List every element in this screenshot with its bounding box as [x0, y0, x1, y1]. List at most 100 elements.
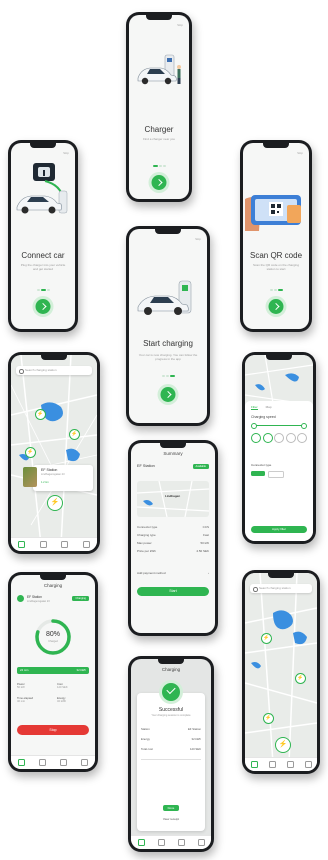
start-charging-illustration: [137, 280, 192, 315]
onboarding-subtitle: Plug the charger into your vehicle and g…: [20, 263, 66, 271]
car-charger-illustration: [137, 54, 181, 85]
filter-sheet: Filter Map Charging speed Connector type…: [245, 401, 313, 541]
station-icon: [17, 595, 24, 602]
stat-block: Power 50 kW: [17, 683, 25, 689]
onboarding-title: Scan QR code: [249, 251, 303, 260]
skip-link[interactable]: Skip: [63, 151, 69, 155]
tab-list-icon[interactable]: [157, 839, 165, 846]
phone-onboarding-scan: Skip Scan QR code Scan the QR code on th…: [240, 140, 312, 332]
onboarding-subtitle: Scan the QR code on the charging station…: [252, 263, 300, 271]
success-title: Successful: [158, 707, 184, 713]
speed-option[interactable]: [262, 433, 273, 443]
receipt-row: Total cost 120 SEK: [141, 747, 201, 751]
tab-cart-icon[interactable]: [286, 761, 294, 768]
screen: Skip Scan QR code Scan the QR code on th…: [243, 143, 309, 329]
tab-cart-icon[interactable]: [60, 759, 67, 766]
charger-fab[interactable]: ⚡: [47, 495, 63, 511]
summary-map[interactable]: Lindhagen: [137, 481, 209, 517]
page-title: Charging: [161, 667, 181, 672]
station-pin[interactable]: ⚡: [35, 409, 46, 420]
speed-option[interactable]: [251, 433, 261, 443]
speed-option[interactable]: [285, 433, 296, 443]
notch: [41, 355, 67, 360]
connector-chip[interactable]: [268, 471, 284, 478]
next-button[interactable]: [151, 175, 167, 190]
tab-profile-icon[interactable]: [197, 839, 205, 846]
stop-button[interactable]: Stop: [17, 725, 89, 735]
charger-fab[interactable]: ⚡: [275, 737, 291, 753]
charging-speed-heading: Charging speed: [251, 415, 276, 419]
tab-bar: [11, 755, 95, 769]
summary-station-name: EF Station: [137, 464, 155, 468]
next-button[interactable]: [160, 387, 176, 402]
slider-thumb[interactable]: [251, 423, 257, 429]
done-button[interactable]: Done: [163, 805, 179, 811]
payment-method-row[interactable]: Add payment method ›: [137, 571, 209, 575]
search-bar[interactable]: Search charging station: [16, 366, 92, 375]
apply-filter-button[interactable]: Apply filter: [251, 526, 307, 533]
tab-cart-icon[interactable]: [61, 541, 69, 548]
phone-summary: Summary EF Station Available Lindhagen C…: [128, 440, 218, 636]
search-placeholder: Search charging station: [259, 586, 291, 590]
notch: [160, 443, 186, 448]
speed-option[interactable]: [274, 433, 284, 443]
onboarding-subtitle: Your car is now charging. You can follow…: [138, 353, 198, 361]
tab-profile-icon[interactable]: [81, 759, 88, 766]
tab-profile-icon[interactable]: [304, 761, 312, 768]
next-button[interactable]: [268, 299, 284, 314]
station-name: EF Station: [27, 595, 42, 599]
speed-options: [251, 433, 307, 443]
station-pin[interactable]: ⚡: [25, 447, 36, 458]
tab-list-icon[interactable]: [268, 761, 276, 768]
tab-map-icon[interactable]: [250, 761, 258, 768]
map-view[interactable]: Search charging station ⚡ ⚡ ⚡ ⚡: [245, 573, 317, 758]
tab-map-icon[interactable]: [137, 839, 145, 846]
search-placeholder: Search charging station: [25, 368, 57, 372]
tab-map-icon[interactable]: [18, 541, 26, 548]
station-pin[interactable]: ⚡: [69, 429, 80, 440]
view-receipt-link[interactable]: View receipt: [137, 817, 205, 821]
onboarding-subtitle: Find a charger near you: [143, 137, 175, 141]
tab-filter[interactable]: Filter: [251, 405, 258, 410]
receipt-row: Station EF Station: [141, 727, 201, 731]
phone-map-station: Search charging station ⚡ ⚡ ⚡ EF Station…: [8, 352, 100, 554]
tab-profile-icon[interactable]: [82, 541, 90, 548]
start-button[interactable]: Start: [137, 587, 209, 596]
station-pin[interactable]: ⚡: [295, 673, 306, 684]
energy-kwh: 32 kWh: [76, 668, 86, 672]
page-indicator: [269, 289, 283, 291]
charge-percent: 80%: [45, 631, 60, 638]
skip-link[interactable]: Skip: [297, 151, 303, 155]
success-subtitle: Your charging session is complete: [151, 714, 191, 717]
speed-option[interactable]: [297, 433, 307, 443]
summary-row: Charging type Fast: [137, 533, 209, 537]
tab-map[interactable]: Map: [266, 405, 272, 410]
tab-list-icon[interactable]: [39, 759, 46, 766]
next-button[interactable]: [35, 299, 51, 314]
speed-slider[interactable]: [251, 423, 307, 429]
notch: [40, 575, 66, 580]
map-roads: [137, 481, 209, 517]
skip-link[interactable]: Skip: [177, 23, 183, 27]
map-view[interactable]: Search charging station ⚡ ⚡ ⚡ EF Station…: [11, 355, 97, 538]
chevron-right-icon: ›: [208, 571, 209, 575]
tab-cart-icon[interactable]: [177, 839, 185, 846]
skip-link[interactable]: Skip: [195, 237, 201, 241]
connector-chip[interactable]: [251, 471, 265, 476]
station-address: Lindhagensgatan 23: [27, 600, 50, 603]
tab-bar: [245, 757, 317, 771]
phone-onboarding-charger: Skip Charger Find a charger near you: [126, 12, 192, 202]
slider-thumb[interactable]: [301, 423, 307, 429]
search-bar[interactable]: Search charging station: [250, 584, 312, 593]
page-title: Charging: [43, 583, 63, 588]
screen: Skip Charger Find a charger near you: [129, 15, 189, 199]
notch: [266, 355, 292, 360]
station-card[interactable]: EF Station Lindhagensgatan 23 1.2 km: [23, 465, 93, 491]
tab-map-icon[interactable]: [18, 759, 25, 766]
notch: [146, 15, 172, 20]
notch: [155, 229, 181, 234]
station-pin[interactable]: ⚡: [263, 713, 274, 724]
station-pin[interactable]: ⚡: [261, 633, 272, 644]
tab-list-icon[interactable]: [39, 541, 47, 548]
notch: [263, 143, 289, 148]
